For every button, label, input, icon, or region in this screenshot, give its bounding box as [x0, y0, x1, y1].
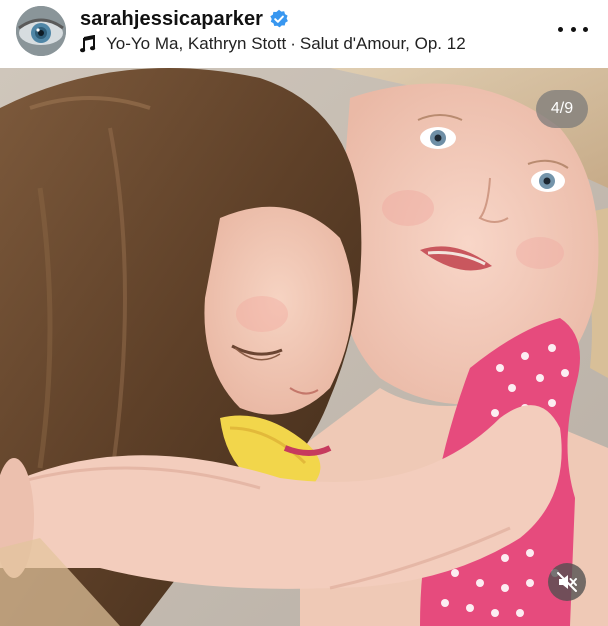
profile-avatar[interactable] [16, 6, 66, 56]
eye-avatar-graphic [16, 6, 66, 56]
carousel-counter: 4/9 [536, 90, 588, 128]
verified-badge-icon [269, 9, 289, 29]
more-dot-icon [558, 26, 563, 32]
more-dot-icon [583, 26, 588, 32]
audio-track: Salut d'Amour, Op. 12 [299, 34, 466, 53]
username-row: sarahjessicaparker [80, 7, 289, 31]
more-dot-icon [570, 26, 576, 32]
post-photo[interactable] [0, 68, 608, 626]
speaker-muted-icon [557, 572, 577, 592]
instagram-post: sarahjessicaparker Yo-Yo Ma, Kathryn Sto… [0, 0, 608, 626]
username-link[interactable]: sarahjessicaparker [80, 8, 263, 31]
photo-two-girls-hugging [0, 68, 608, 626]
audio-attribution[interactable]: Yo-Yo Ma, Kathryn Stott · Salut d'Amour,… [80, 33, 466, 55]
post-header: sarahjessicaparker Yo-Yo Ma, Kathryn Sto… [0, 0, 608, 68]
music-note-icon [80, 34, 96, 53]
mute-toggle-button[interactable] [548, 563, 586, 601]
audio-artists: Yo-Yo Ma, Kathryn Stott [106, 34, 287, 53]
more-options-button[interactable] [558, 17, 588, 41]
audio-separator: · [290, 34, 296, 53]
